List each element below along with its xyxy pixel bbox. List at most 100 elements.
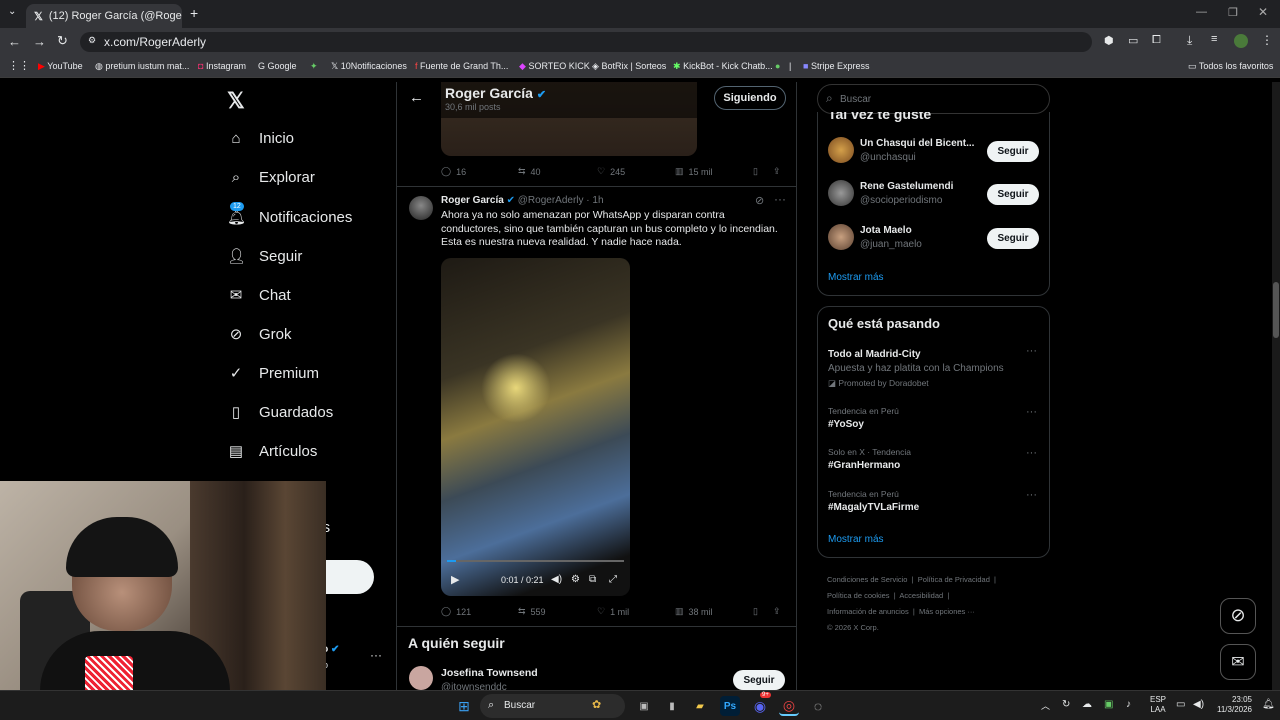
footer-link[interactable]: Accesibilidad <box>899 591 943 600</box>
follow-button[interactable]: Seguir <box>987 141 1039 162</box>
nav-premium[interactable]: ✓ Premium <box>227 364 319 383</box>
video-progress-track[interactable] <box>447 560 624 562</box>
footer-link[interactable]: Política de cookies <box>827 591 890 600</box>
show-more-link[interactable]: Mostrar más <box>828 272 884 283</box>
bookmark-stripe[interactable]: ■ Stripe Express <box>803 61 869 71</box>
bookmark-10notificaciones[interactable]: 𝕏 10Notificaciones <box>331 61 407 72</box>
notification-bell-icon[interactable]: 🔔︎ <box>1262 699 1275 710</box>
post-reply[interactable]: ◯ 121 <box>441 606 471 617</box>
nav-seguir[interactable]: 👤︎ Seguir <box>227 247 302 266</box>
nav-explorar[interactable]: ⌕ Explorar <box>227 169 315 186</box>
language-indicator[interactable]: ESP LAA <box>1150 695 1166 715</box>
tray-icon[interactable]: ↻ <box>1062 699 1070 710</box>
nav-chat[interactable]: ✉ Chat <box>227 286 291 305</box>
new-tab-icon[interactable]: + <box>190 5 198 21</box>
prev-share-icon[interactable]: ⇪ <box>773 166 781 177</box>
trend-title[interactable]: #YoSoy <box>828 419 864 430</box>
bookmark-youtube[interactable]: ▶ YouTube <box>38 61 83 72</box>
trend-more-icon[interactable]: ··· <box>1026 447 1037 459</box>
all-bookmarks[interactable]: ▭ Todos los favoritos <box>1188 61 1273 72</box>
prev-repost[interactable]: ⇆ 40 <box>518 166 541 177</box>
search-box[interactable]: ⌕ Buscar <box>817 84 1050 114</box>
back-arrow-icon[interactable]: ← <box>409 89 424 106</box>
bookmark-green-icon[interactable]: ● <box>775 61 780 71</box>
avatar[interactable] <box>828 224 854 250</box>
bookmark-fuente[interactable]: f Fuente de Grand Th... <box>415 61 508 71</box>
grok-post-icon[interactable]: ⊘ <box>755 194 764 207</box>
chrome-icon[interactable]: ◎ <box>779 696 799 716</box>
messages-float-button[interactable]: ✉ <box>1220 644 1256 680</box>
pip-icon[interactable]: ⧉ <box>589 574 596 585</box>
prev-views[interactable]: ▥ 15 mil <box>675 166 713 177</box>
bookmark-kickbot[interactable]: ✱ KickBot - Kick Chatb... <box>673 61 773 72</box>
nav-grok[interactable]: ⊘ Grok <box>227 325 292 344</box>
minimize-icon[interactable]: — <box>1196 6 1207 18</box>
tray-app-icon[interactable]: ▣ <box>1104 699 1113 710</box>
post-video[interactable]: ▶ 0:01 / 0:21 ◀) ⚙ ⧉ ⤢ <box>441 258 630 596</box>
tab-list-icon[interactable]: ⌄ <box>8 6 16 17</box>
post-like[interactable]: ♡ 1 mil <box>597 606 629 617</box>
tray-chevron-icon[interactable]: ︿ <box>1041 699 1050 712</box>
following-button[interactable]: Siguiendo <box>714 86 786 110</box>
footer-link[interactable]: Política de Privacidad <box>918 575 990 584</box>
suggested-user-name[interactable]: Josefina Townsend <box>441 667 538 679</box>
suggestion-name[interactable]: Rene Gastelumendi <box>860 181 953 192</box>
follow-button[interactable]: Seguir <box>987 184 1039 205</box>
volume-icon[interactable]: ◀) <box>551 574 562 585</box>
prev-reply[interactable]: ◯ 16 <box>441 166 466 177</box>
nav-guardados[interactable]: ▯ Guardados <box>227 403 333 422</box>
close-window-icon[interactable]: ✕ <box>1258 5 1268 19</box>
bookmark-google[interactable]: G Google <box>258 61 297 71</box>
bookmark-sorteo-kick[interactable]: ◆ SORTEO KICK <box>519 61 590 72</box>
scrollbar[interactable] <box>1272 82 1280 690</box>
onedrive-icon[interactable]: ☁ <box>1082 699 1092 710</box>
apps-icon[interactable]: ⋮⋮ <box>8 59 30 72</box>
grok-float-button[interactable]: ⊘ <box>1220 598 1256 634</box>
suggestion-name[interactable]: Un Chasqui del Bicent... <box>860 138 976 149</box>
download-icon[interactable]: ⤓ <box>1187 33 1192 48</box>
file-explorer-icon[interactable]: ▰ <box>690 696 710 716</box>
reload-icon[interactable]: ↻ <box>57 33 68 49</box>
menu-icon[interactable]: ⋮ <box>1261 33 1273 47</box>
suggestion-name[interactable]: Jota Maelo <box>860 225 912 236</box>
settings-icon[interactable]: ⚙ <box>571 574 580 585</box>
account-more-icon[interactable]: ··· <box>370 648 382 662</box>
task-view-icon[interactable]: ▣ <box>634 696 654 716</box>
post-bookmark-icon[interactable]: ▯ <box>753 606 758 617</box>
footer-link[interactable]: Condiciones de Servicio <box>827 575 907 584</box>
media-icon[interactable]: ≡ <box>1211 33 1217 45</box>
footer-link[interactable]: Información de anuncios <box>827 607 909 616</box>
clock[interactable]: 23:05 11/3/2026 <box>1212 695 1252 715</box>
avatar[interactable] <box>828 180 854 206</box>
site-info-icon[interactable]: ⚙ <box>88 35 96 46</box>
avatar[interactable] <box>409 666 433 690</box>
back-icon[interactable]: ← <box>8 34 21 49</box>
profile-avatar[interactable] <box>1234 34 1248 48</box>
post-share-icon[interactable]: ⇪ <box>773 606 781 617</box>
trend-more-icon[interactable]: ··· <box>1026 489 1037 501</box>
play-icon[interactable]: ▶ <box>451 573 459 586</box>
trend-title[interactable]: #GranHermano <box>828 460 900 471</box>
bookmark-game-icon[interactable]: ✦ <box>310 61 318 72</box>
trend-more-icon[interactable]: ··· <box>1026 345 1037 357</box>
footer-link[interactable]: Más opciones ··· <box>919 607 975 616</box>
prev-like[interactable]: ♡ 245 <box>597 166 625 177</box>
extensions-puzzle-icon[interactable]: ⧠ <box>1152 34 1161 47</box>
avatar[interactable] <box>828 137 854 163</box>
volume-icon[interactable]: ◀) <box>1193 699 1204 710</box>
browser-tab[interactable]: 𝕏 (12) Roger García (@RogerAderl ✕ <box>26 4 182 28</box>
forward-icon[interactable]: → <box>33 34 46 49</box>
app-icon[interactable]: ▮ <box>662 696 682 716</box>
app-icon-2[interactable]: ◌ <box>808 696 828 716</box>
scrollbar-thumb[interactable] <box>1273 282 1279 338</box>
extension-icon-2[interactable]: ▭ <box>1128 34 1138 47</box>
post-repost[interactable]: ⇆ 559 <box>518 606 546 617</box>
avatar[interactable] <box>409 196 433 220</box>
mic-icon[interactable]: ♪ <box>1126 699 1131 710</box>
bookmark-instagram[interactable]: ◘ Instagram <box>198 61 246 71</box>
photoshop-icon[interactable]: Ps <box>720 696 740 716</box>
prev-bookmark-icon[interactable]: ▯ <box>753 166 758 177</box>
x-logo-icon[interactable]: 𝕏 <box>227 88 245 114</box>
bookmark-pretium[interactable]: ◍ pretium iustum mat... <box>95 61 189 72</box>
network-icon[interactable]: ▭ <box>1176 699 1185 710</box>
